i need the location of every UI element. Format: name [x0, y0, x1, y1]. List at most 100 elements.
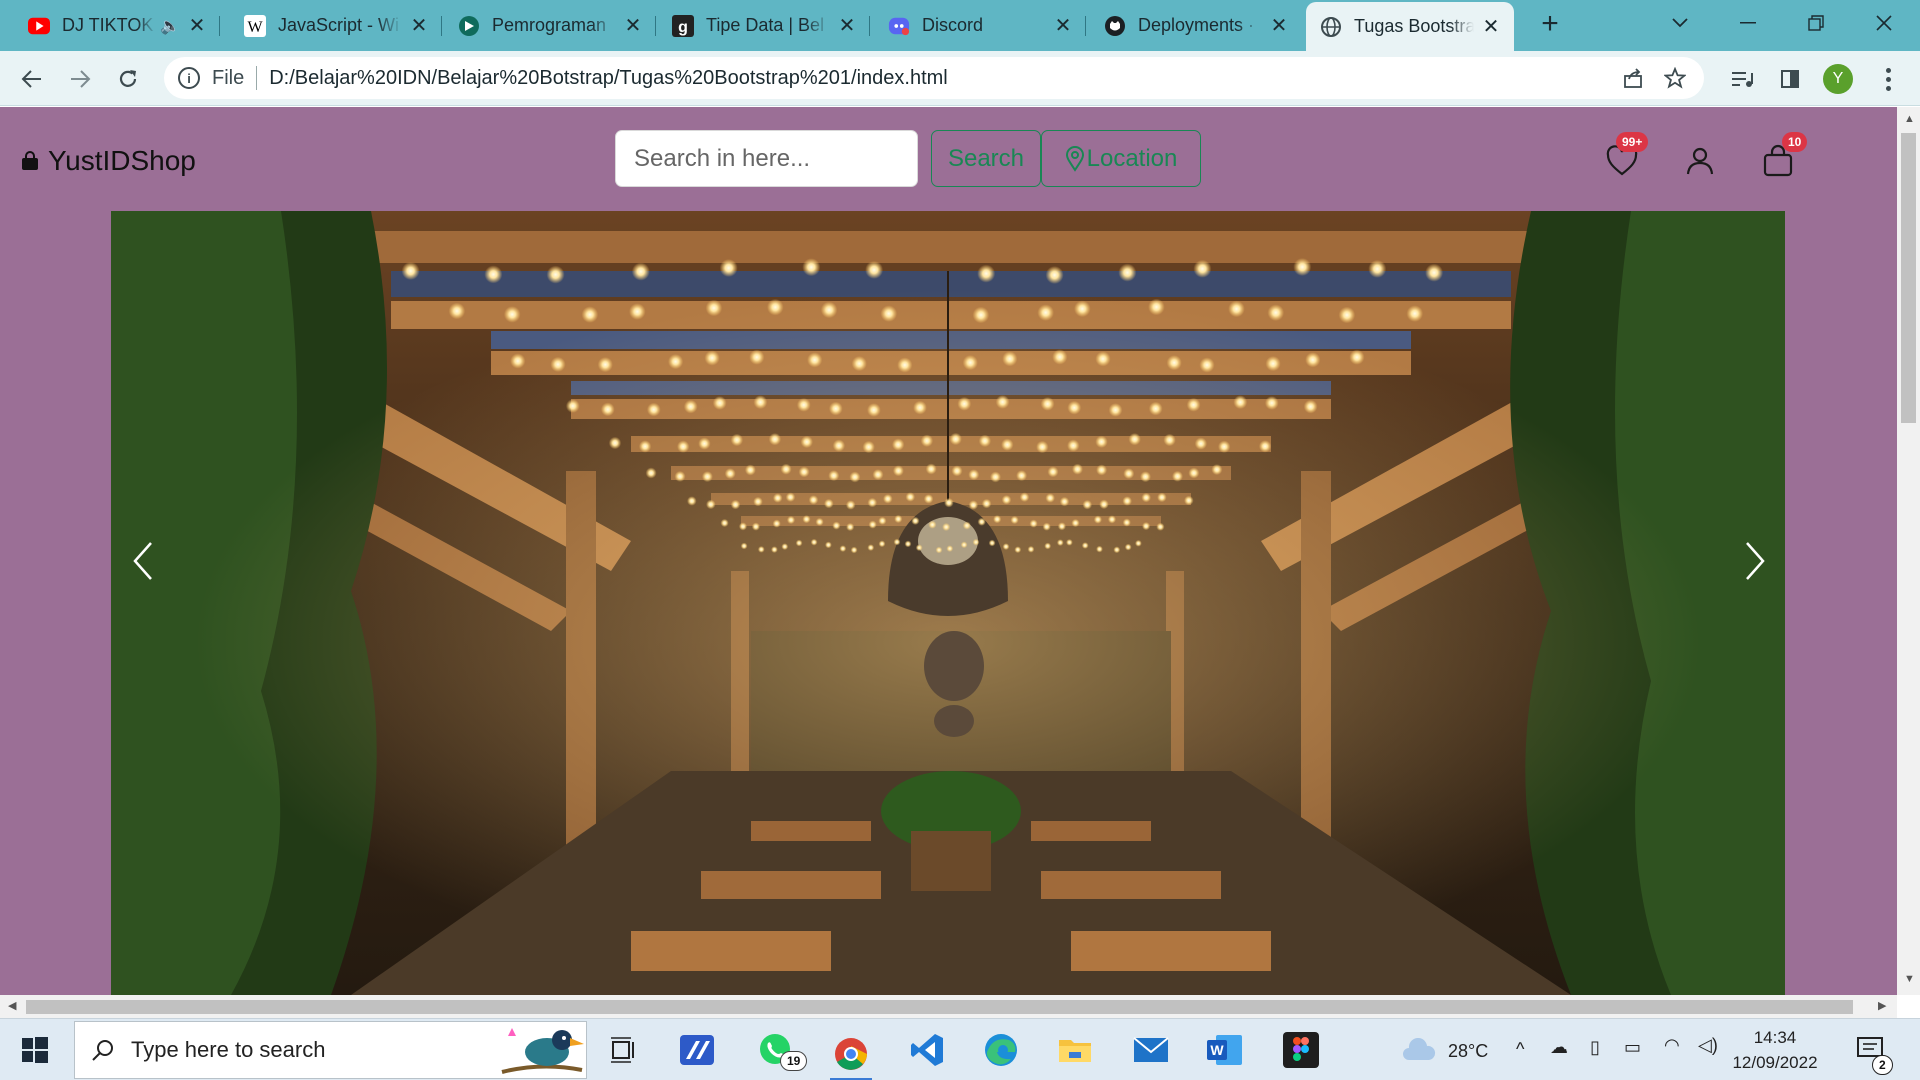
globe-icon — [1320, 16, 1342, 38]
browser-toolbar: i File D:/Belajar%20IDN/Belajar%20Botstr… — [0, 51, 1920, 106]
side-panel-icon[interactable] — [1774, 63, 1806, 95]
location-button-label: Location — [1086, 144, 1178, 172]
weather-temperature[interactable]: 28°C — [1448, 1041, 1488, 1062]
share-icon[interactable] — [1616, 61, 1650, 95]
tab-title: Discord — [922, 15, 984, 35]
tab-separator — [655, 16, 656, 36]
whatsapp-icon[interactable]: 19 — [754, 1029, 808, 1071]
chevron-up-icon[interactable]: ^ — [1516, 1039, 1524, 1060]
windows-start-icon[interactable] — [14, 1029, 56, 1071]
tab-separator — [441, 16, 442, 36]
horizontal-scrollbar[interactable]: ◀ ▶ — [0, 995, 1897, 1018]
search-icon — [92, 1040, 113, 1061]
notification-icon[interactable]: 2 — [1850, 1029, 1893, 1075]
github-icon — [1104, 15, 1126, 37]
tab-tugas-bootstrap[interactable]: Tugas Bootstra ✕ — [1306, 2, 1514, 51]
carousel-next-button[interactable] — [1735, 531, 1775, 591]
carousel-prev-button[interactable] — [123, 531, 163, 591]
location-button[interactable]: Location — [1041, 130, 1201, 187]
hero-carousel[interactable] — [111, 211, 1785, 995]
profile-avatar[interactable]: Y — [1823, 64, 1853, 94]
browser-menu-icon[interactable] — [1878, 63, 1898, 95]
bookmark-star-icon[interactable] — [1658, 61, 1692, 95]
tab-separator — [869, 16, 870, 36]
tab-pemrograman[interactable]: Pemrograman ✕ — [444, 4, 656, 47]
info-icon[interactable]: i — [178, 67, 200, 89]
tab-deployments[interactable]: Deployments · ✕ — [1090, 4, 1302, 47]
close-tab-icon[interactable]: ✕ — [186, 15, 208, 37]
forward-button[interactable] — [64, 63, 96, 95]
close-tab-icon[interactable]: ✕ — [408, 15, 430, 37]
scroll-down-arrow-icon[interactable]: ▼ — [1904, 973, 1915, 985]
tab-title: Pemrograman — [492, 15, 607, 35]
media-control-icon[interactable] — [1726, 63, 1758, 95]
teal-site-icon — [458, 15, 480, 37]
task-view-icon[interactable] — [602, 1029, 644, 1071]
address-bar[interactable]: i File D:/Belajar%20IDN/Belajar%20Botstr… — [164, 57, 1704, 99]
taskbar-search-box[interactable]: Type here to search — [74, 1021, 587, 1079]
tab-dj-tiktok[interactable]: DJ TIKTOK 🔈 ✕ — [14, 4, 220, 47]
scroll-up-arrow-icon[interactable]: ▲ — [1904, 113, 1915, 125]
weather-cloud-icon[interactable] — [1398, 1029, 1440, 1071]
vertical-scrollbar[interactable]: ▲ ▼ — [1897, 107, 1920, 995]
navbar-brand[interactable]: YustIDShop — [20, 145, 196, 177]
scroll-right-arrow-icon[interactable]: ▶ — [1878, 999, 1886, 1012]
close-tab-icon[interactable]: ✕ — [836, 15, 858, 37]
chevron-right-icon — [1746, 542, 1765, 580]
cart-button[interactable]: 10 — [1758, 132, 1808, 181]
edge-icon[interactable] — [980, 1029, 1022, 1071]
search-button-label: Search — [947, 144, 1025, 172]
cart-badge: 10 — [1782, 132, 1808, 152]
tab-javascript-wiki[interactable]: W JavaScript - Wi ✕ — [230, 4, 442, 47]
restore-button[interactable] — [1788, 8, 1844, 38]
volume-icon[interactable]: ◁) — [1698, 1035, 1718, 1056]
scrollbar-thumb[interactable] — [26, 1000, 1853, 1014]
chevron-left-icon — [133, 542, 152, 580]
back-button[interactable] — [16, 63, 48, 95]
onedrive-icon[interactable]: ☁ — [1550, 1037, 1568, 1058]
search-input[interactable]: Search in here... — [615, 130, 918, 187]
chrome-icon[interactable] — [830, 1029, 872, 1080]
speaker-icon[interactable]: 🔈 — [160, 16, 180, 36]
account-button[interactable] — [1680, 141, 1720, 181]
wishlist-button[interactable]: 99+ — [1602, 132, 1649, 181]
figma-icon[interactable] — [1280, 1029, 1322, 1071]
bag-icon — [22, 151, 38, 170]
close-tab-icon[interactable]: ✕ — [1052, 15, 1074, 37]
file-explorer-icon[interactable] — [1054, 1029, 1096, 1071]
system-clock[interactable]: 14:34 12/09/2022 — [1725, 1025, 1825, 1075]
tab-title: Tipe Data | Bel — [706, 15, 825, 35]
battery-icon[interactable]: ▭ — [1624, 1037, 1641, 1058]
vscode-icon[interactable] — [906, 1029, 948, 1071]
windows-taskbar: Type here to search 19 W 28°C ^ ☁ ▯ ▭ ◠ … — [0, 1018, 1920, 1080]
tab-title: JavaScript - Wi — [278, 15, 400, 35]
minimize-button[interactable] — [1720, 8, 1776, 38]
url-text[interactable]: D:/Belajar%20IDN/Belajar%20Botstrap/Tuga… — [269, 67, 948, 90]
new-tab-button[interactable]: + — [1534, 7, 1566, 40]
search-button[interactable]: Search — [931, 130, 1041, 187]
close-tab-icon[interactable]: ✕ — [622, 15, 644, 37]
scrollbar-thumb[interactable] — [1901, 133, 1916, 423]
tab-strip: DJ TIKTOK 🔈 ✕ W JavaScript - Wi ✕ Pemrog… — [0, 0, 1920, 51]
svg-text:W: W — [1210, 1042, 1224, 1058]
close-window-button[interactable] — [1856, 8, 1912, 38]
svg-text:g: g — [678, 19, 688, 36]
wifi-icon[interactable]: ◠ — [1664, 1035, 1680, 1056]
device-icon[interactable]: ▯ — [1590, 1037, 1600, 1058]
close-tab-icon[interactable]: ✕ — [1480, 16, 1502, 38]
tab-title: DJ TIKTOK — [62, 15, 154, 35]
streamlabs-icon[interactable] — [676, 1029, 718, 1071]
notification-count: 2 — [1872, 1055, 1893, 1075]
tab-discord[interactable]: Discord ✕ — [874, 4, 1086, 47]
reload-button[interactable] — [112, 63, 144, 95]
close-tab-icon[interactable]: ✕ — [1268, 15, 1290, 37]
tab-tipe-data[interactable]: g Tipe Data | Bel ✕ — [658, 4, 870, 47]
youtube-icon — [28, 15, 50, 37]
tab-search-icon[interactable] — [1652, 8, 1708, 38]
svg-text:W: W — [247, 19, 263, 36]
mail-icon[interactable] — [1130, 1029, 1172, 1071]
brand-name: YustIDShop — [48, 145, 196, 176]
word-icon[interactable]: W — [1204, 1029, 1246, 1071]
scroll-left-arrow-icon[interactable]: ◀ — [8, 999, 16, 1012]
bird-illustration-icon — [501, 1028, 584, 1074]
